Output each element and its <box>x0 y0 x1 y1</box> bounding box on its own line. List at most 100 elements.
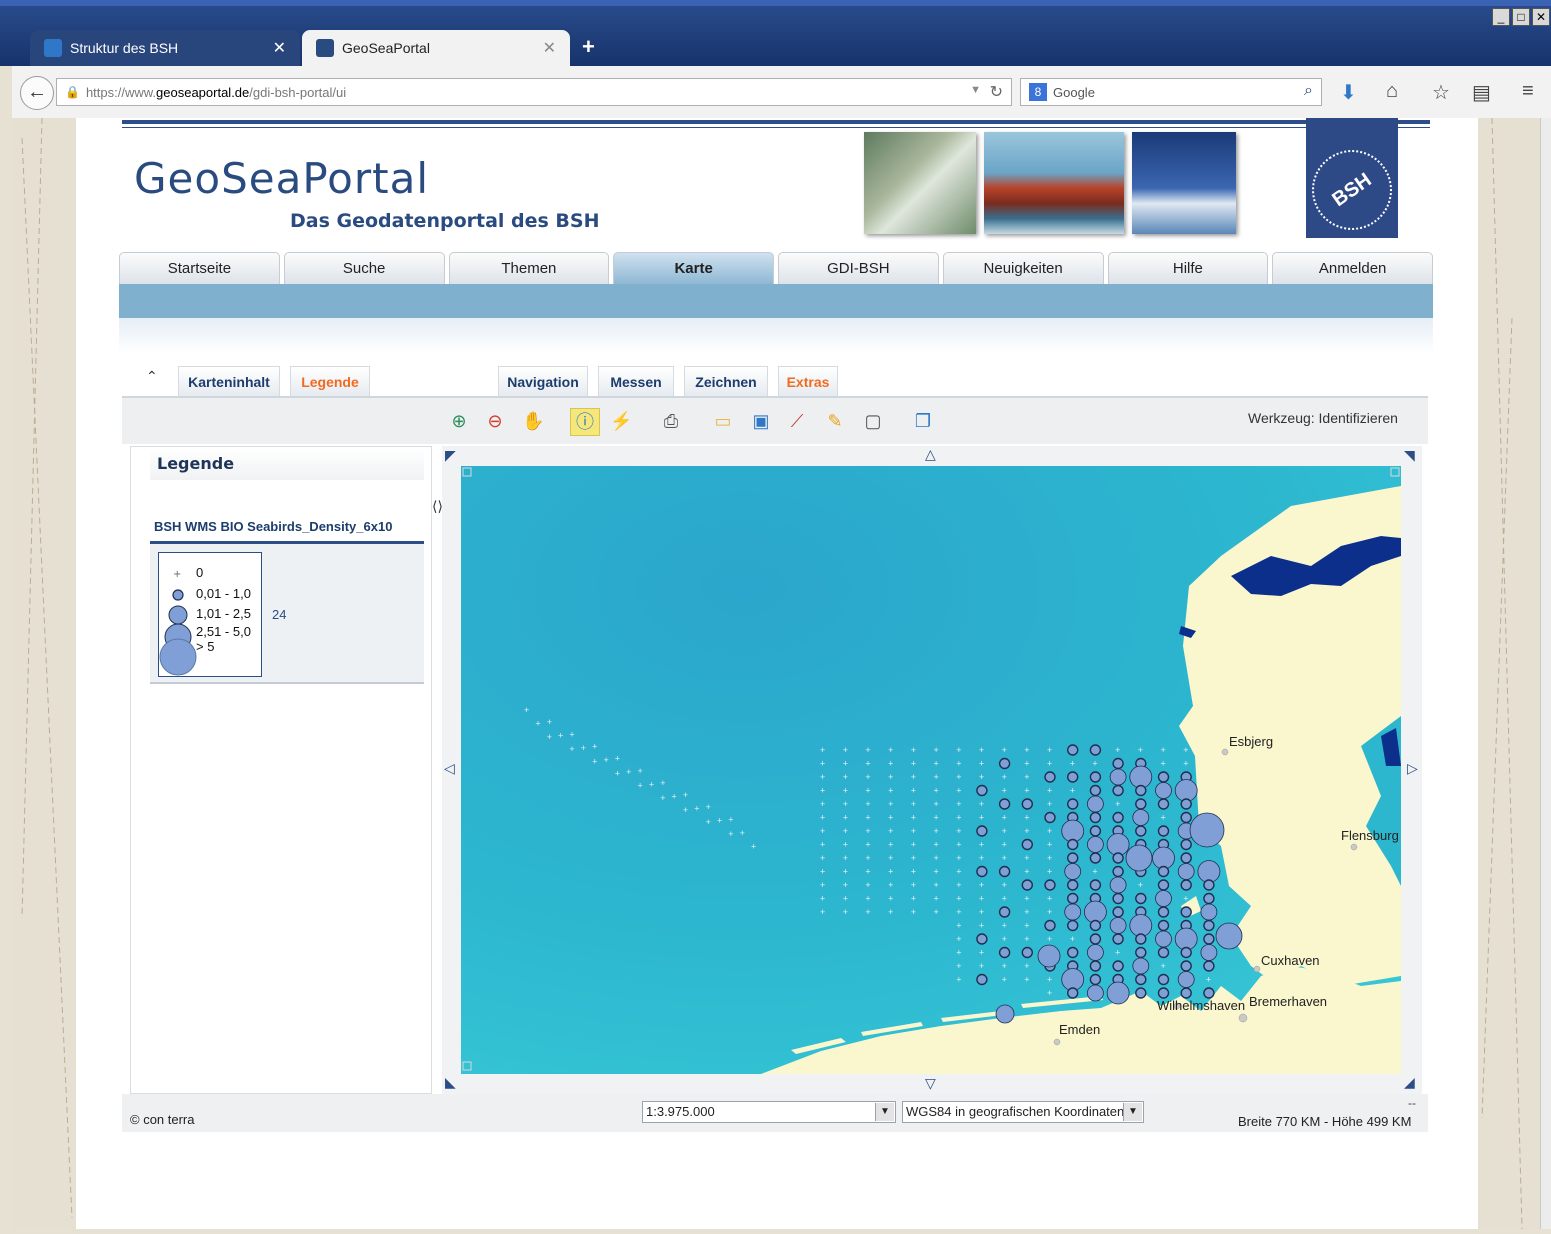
menu-anmelden[interactable]: Anmelden <box>1272 252 1433 284</box>
seabird-zero-marker: + <box>603 755 608 765</box>
overview-window-icon[interactable]: ❐ <box>912 410 934 432</box>
close-tab-icon[interactable]: ✕ <box>273 38 286 58</box>
seabird-zero-marker: + <box>865 894 870 904</box>
map-canvas[interactable]: + + + + + + + + + + + + + + + + + + + + + + + + + + + + + + + + + + + + + + + +… <box>461 466 1401 1074</box>
collapse-panel-icon[interactable]: ⌃ <box>146 368 158 385</box>
seabird-density-marker <box>1067 987 1079 999</box>
search-input[interactable]: Google <box>1053 85 1095 100</box>
menu-gdi-bsh[interactable]: GDI-BSH <box>778 252 939 284</box>
seabird-zero-marker: + <box>1115 745 1120 755</box>
menu-karte[interactable]: Karte <box>613 252 774 284</box>
seabird-zero-marker: + <box>956 759 961 769</box>
close-tab-icon[interactable]: ✕ <box>543 38 556 58</box>
seabird-density-marker <box>1067 892 1079 905</box>
page-scrollbar[interactable] <box>1540 118 1551 1229</box>
tab-messen[interactable]: Messen <box>598 366 674 396</box>
seabird-density-marker <box>1157 879 1170 891</box>
browser-tab-geoseaportal[interactable]: GeoSeaPortal ✕ <box>302 30 570 66</box>
chevron-down-icon[interactable]: ▼ <box>875 1103 894 1121</box>
tab-label: Struktur des BSH <box>70 40 179 56</box>
seabird-density-marker <box>976 825 988 837</box>
tab-karteninhalt[interactable]: Karteninhalt <box>178 366 280 396</box>
seabird-zero-marker: + <box>1024 867 1029 877</box>
seabird-density-marker <box>1157 946 1170 959</box>
site-title[interactable]: GeoSeaPortal <box>134 154 429 203</box>
seabird-zero-marker: + <box>865 799 870 809</box>
menu-themen[interactable]: Themen <box>448 252 610 284</box>
new-tab-button[interactable]: + <box>582 34 595 60</box>
seabird-density-marker <box>1112 852 1124 864</box>
seabird-zero-marker: + <box>934 759 939 769</box>
bookmark-star-icon[interactable]: ☆ <box>1432 80 1450 105</box>
seabird-zero-marker: + <box>911 880 916 890</box>
url-bar[interactable]: 🔒 https://www. geoseaportal.de/gdi-bsh-po… <box>56 78 1012 106</box>
save-icon[interactable]: ▣ <box>750 410 772 432</box>
dropdown-history-icon[interactable]: ▼ <box>970 84 981 96</box>
seabird-zero-marker: + <box>956 921 961 931</box>
seabird-zero-marker: + <box>911 840 916 850</box>
seabird-density-marker <box>1157 865 1170 878</box>
seabird-zero-marker: + <box>820 840 825 850</box>
edit-icon[interactable]: ✎ <box>824 410 846 432</box>
identify-info-icon[interactable]: ⓘ <box>570 408 600 436</box>
chart-icon[interactable]: ⟋ <box>786 410 808 432</box>
map-corner-se-icon[interactable]: ◢ <box>1404 1074 1415 1091</box>
seabird-zero-marker: + <box>1047 988 1052 998</box>
zoom-out-icon[interactable]: ⊖ <box>484 410 506 432</box>
seabird-zero-marker: + <box>547 717 552 727</box>
maximize-icon[interactable]: □ <box>1512 8 1530 26</box>
tab-navigation[interactable]: Navigation <box>498 366 588 396</box>
legend-class-1: 0,01 - 1,0 <box>196 586 251 601</box>
seabird-zero-marker: + <box>956 867 961 877</box>
tab-extras[interactable]: Extras <box>778 366 838 396</box>
seabird-density-marker <box>1064 863 1082 880</box>
open-folder-icon[interactable]: ▭ <box>712 410 734 432</box>
label-wilhelmshaven: Wilhelmshaven <box>1157 998 1245 1013</box>
seabird-zero-marker: + <box>820 894 825 904</box>
search-bar[interactable]: 8 Google ⌕ <box>1020 78 1322 106</box>
browser-tab-struktur[interactable]: Struktur des BSH ✕ <box>30 30 300 66</box>
print-icon[interactable]: ⎙ <box>660 410 682 432</box>
seabird-zero-marker: + <box>615 754 620 764</box>
reload-icon[interactable]: ↻ <box>990 82 1003 102</box>
seabird-zero-marker: + <box>956 772 961 782</box>
pan-east-icon[interactable]: ▷ <box>1407 760 1418 777</box>
tab-zeichnen[interactable]: Zeichnen <box>684 366 768 396</box>
map-window-icon[interactable]: ▢ <box>862 410 884 432</box>
scale-select[interactable]: 1:3.975.000 ▼ <box>642 1101 896 1123</box>
seabird-zero-marker: + <box>820 759 825 769</box>
menu-icon[interactable]: ≡ <box>1522 80 1534 103</box>
map-corner-ne-icon[interactable]: ◥ <box>1404 447 1415 464</box>
seabird-zero-marker: + <box>1047 975 1052 985</box>
menu-neuigkeiten[interactable]: Neuigkeiten <box>942 252 1104 284</box>
zoom-in-icon[interactable]: ⊕ <box>448 410 470 432</box>
quick-action-lightning-icon[interactable]: ⚡ <box>610 410 632 432</box>
pan-hand-icon[interactable]: ✋ <box>522 410 544 432</box>
minimize-icon[interactable]: _ <box>1492 8 1510 26</box>
map-view[interactable]: + + + + + + + + + + + + + + + + + + + + + + + + + + + + + + + + + + + + + + + +… <box>461 466 1401 1074</box>
home-icon[interactable]: ⌂ <box>1386 80 1398 103</box>
seabird-zero-marker: + <box>569 729 574 739</box>
download-icon[interactable]: ⬇ <box>1340 80 1357 105</box>
seabird-zero-marker: + <box>581 743 586 753</box>
seabird-zero-marker: + <box>1047 840 1052 850</box>
chevron-down-icon[interactable]: ▼ <box>1123 1103 1142 1121</box>
back-button[interactable]: ← <box>20 76 54 110</box>
map-corner-nw-icon[interactable]: ◤ <box>445 447 456 464</box>
seabird-zero-marker: + <box>1002 813 1007 823</box>
pan-north-icon[interactable]: △ <box>925 446 936 463</box>
pan-west-icon[interactable]: ◁ <box>444 760 455 777</box>
pan-south-icon[interactable]: ▽ <box>925 1075 936 1092</box>
menu-startseite[interactable]: Startseite <box>119 252 280 284</box>
crs-select[interactable]: WGS84 in geografischen Koordinaten ▼ <box>902 1101 1144 1123</box>
legend-layer-name[interactable]: BSH WMS BIO Seabirds_Density_6x10 <box>154 519 392 534</box>
search-icon[interactable]: ⌕ <box>1304 82 1313 100</box>
map-corner-sw-icon[interactable]: ◣ <box>445 1074 456 1091</box>
menu-suche[interactable]: Suche <box>283 252 445 284</box>
tab-legende[interactable]: Legende <box>290 366 370 396</box>
reading-list-icon[interactable]: ▤ <box>1472 80 1491 105</box>
menu-hilfe[interactable]: Hilfe <box>1107 252 1269 284</box>
seabird-density-marker <box>1157 798 1170 810</box>
seabird-zero-marker: + <box>1024 975 1029 985</box>
close-window-icon[interactable]: ✕ <box>1532 8 1550 26</box>
